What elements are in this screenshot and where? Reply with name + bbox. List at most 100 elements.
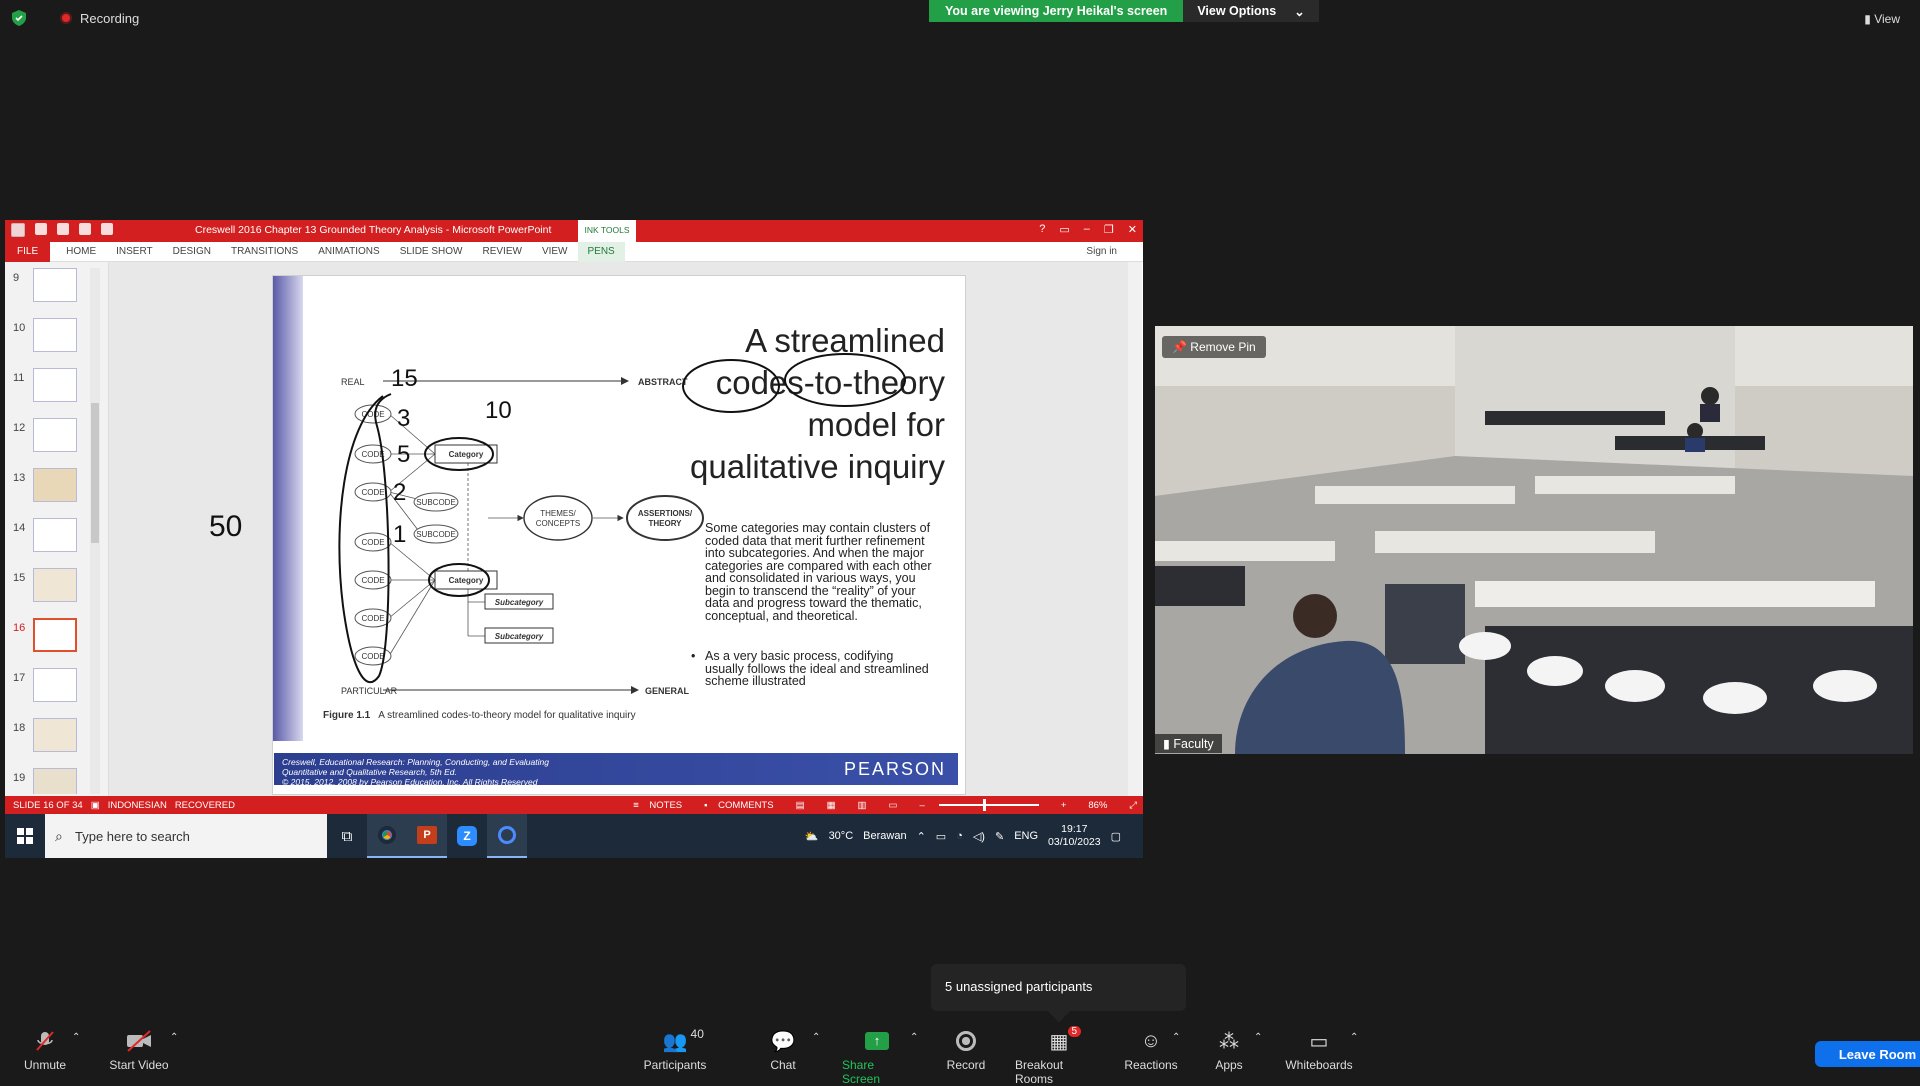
tab-home[interactable]: HOME (56, 246, 106, 257)
breakout-rooms-button[interactable]: ▦ 5 Breakout Rooms (1015, 1024, 1103, 1086)
clock[interactable]: 19:17 03/10/2023 (1048, 823, 1101, 849)
participants-button[interactable]: 👥 40 Participants (642, 1024, 708, 1072)
recording-indicator[interactable]: Recording (12, 10, 139, 26)
share-screen-button[interactable]: ↑ Share Screen (842, 1024, 912, 1086)
notifications-icon[interactable]: ▢ (1111, 830, 1121, 843)
restore-icon[interactable]: ❐ (1104, 223, 1114, 236)
notes-button[interactable]: ≡ NOTES (633, 800, 682, 811)
slide-thumbnail-selected[interactable]: 16 (9, 616, 99, 656)
scrollbar-thumb[interactable] (91, 403, 99, 543)
save-icon[interactable] (35, 223, 47, 235)
slide-thumbnail[interactable]: 12 (9, 416, 99, 456)
chat-caret-icon[interactable]: ⌃ (812, 1032, 820, 1043)
tab-insert[interactable]: INSERT (106, 246, 163, 257)
ribbon-display-icon[interactable]: ▭ (1059, 223, 1069, 236)
zoom-out-icon[interactable]: – (920, 800, 925, 811)
tray-chevron-up-icon[interactable]: ⌃ (917, 830, 926, 843)
thumbnail-image (33, 568, 77, 602)
whiteboards-caret-icon[interactable]: ⌃ (1350, 1032, 1358, 1043)
share-caret-icon[interactable]: ⌃ (910, 1032, 918, 1043)
slide-scrollbar[interactable] (1128, 262, 1142, 796)
network-icon[interactable]: ◔ (956, 830, 963, 842)
thumbnail-scrollbar[interactable] (90, 268, 100, 794)
participant-video[interactable] (1155, 326, 1913, 754)
tab-transitions[interactable]: TRANSITIONS (221, 246, 308, 257)
chrome-icon[interactable] (367, 814, 407, 858)
reactions-label: Reactions (1124, 1058, 1178, 1072)
unmute-button[interactable]: Unmute (20, 1024, 70, 1072)
tab-pens[interactable]: PENS (577, 241, 625, 262)
document-title: Creswell 2016 Chapter 13 Grounded Theory… (195, 224, 552, 236)
weather-temp[interactable]: 30°C (829, 830, 854, 842)
slide-thumbnail[interactable]: 14 (9, 516, 99, 556)
slide-thumbnail[interactable]: 13 (9, 466, 99, 506)
thumbnail-image (33, 468, 77, 502)
start-video-button[interactable]: Start Video (106, 1024, 172, 1072)
tab-review[interactable]: REVIEW (472, 246, 531, 257)
audio-options-caret-icon[interactable]: ⌃ (72, 1032, 80, 1043)
help-icon[interactable]: ? (1039, 223, 1045, 236)
slide-sorter-icon[interactable]: ▦ (827, 800, 836, 811)
undo-icon[interactable] (57, 223, 69, 235)
slide-thumbnail[interactable]: 11 (9, 366, 99, 406)
slide-thumbnail[interactable]: 19 (9, 766, 99, 794)
slide-thumbnail[interactable]: 17 (9, 666, 99, 706)
weather-icon[interactable]: ⛅ (805, 830, 819, 843)
view-options-label: View Options (1197, 4, 1277, 18)
apps-caret-icon[interactable]: ⌃ (1254, 1032, 1262, 1043)
viewing-text: You are viewing Jerry Heikal's screen (929, 0, 1184, 22)
tab-file[interactable]: FILE (5, 241, 51, 262)
subcategory-label: Subcategory (495, 632, 544, 641)
sign-in-link[interactable]: Sign in (1086, 246, 1117, 257)
present-icon[interactable] (101, 223, 113, 235)
slide-thumbnail[interactable]: 18 (9, 716, 99, 756)
zoom-level[interactable]: 86% (1088, 800, 1107, 811)
slide-thumbnail[interactable]: 10 (9, 316, 99, 356)
windows-search-box[interactable]: ⌕ Type here to search (45, 814, 327, 858)
tab-design[interactable]: DESIGN (163, 246, 221, 257)
record-button[interactable]: Record (946, 1024, 986, 1072)
slide-thumbnail[interactable]: 9 (9, 266, 99, 306)
reactions-button[interactable]: ☺ Reactions (1124, 1024, 1178, 1073)
participants-icon: 👥 40 (662, 1027, 704, 1053)
zoom-slider[interactable] (938, 799, 1039, 811)
zoom-slider-thumb[interactable] (982, 799, 986, 811)
video-options-caret-icon[interactable]: ⌃ (170, 1032, 178, 1043)
tab-animations[interactable]: ANIMATIONS (308, 246, 389, 257)
slideshow-view-icon[interactable]: ▭ (889, 800, 898, 811)
weather-text[interactable]: Berawan (863, 830, 906, 842)
comments-button[interactable]: ▪ COMMENTS (704, 800, 773, 811)
task-view-icon[interactable]: ⧉ (327, 814, 367, 858)
reading-view-icon[interactable]: ▥ (858, 800, 867, 811)
battery-icon[interactable]: ▭ (936, 830, 946, 843)
minimize-icon[interactable]: – (1084, 223, 1090, 236)
ink-number: 50 (209, 510, 242, 543)
whiteboards-button[interactable]: ▭ Whiteboards (1284, 1024, 1354, 1073)
input-language[interactable]: ENG (1014, 830, 1038, 842)
leave-room-button[interactable]: Leave Room (1815, 1041, 1920, 1067)
slide-number: 18 (13, 722, 26, 734)
slide-thumbnail[interactable]: 15 (9, 566, 99, 606)
zoom-in-icon[interactable]: + (1061, 800, 1067, 811)
remove-pin-button[interactable]: 📌 Remove Pin (1162, 336, 1266, 358)
view-options-button[interactable]: View Options ⌄ (1183, 0, 1319, 22)
windows-start-button[interactable] (5, 814, 45, 858)
tab-slide-show[interactable]: SLIDE SHOW (390, 246, 473, 257)
volume-icon[interactable]: ◁) (973, 830, 985, 843)
zoom-taskbar-icon[interactable]: Z (447, 814, 487, 858)
apps-button[interactable]: ⁂ Apps (1214, 1024, 1244, 1073)
normal-view-icon[interactable]: ▤ (796, 800, 805, 811)
pen-icon[interactable]: ✎ (995, 830, 1004, 843)
tab-view[interactable]: VIEW (532, 246, 578, 257)
spellcheck-icon[interactable]: ▣ (91, 800, 100, 811)
powerpoint-taskbar-icon[interactable]: P (407, 814, 447, 858)
app-taskbar-icon[interactable] (487, 814, 527, 858)
language-status[interactable]: INDONESIAN (108, 800, 167, 811)
windows-taskbar: ⌕ Type here to search ⧉ P Z ⛅ 30°C Berawa… (5, 814, 1143, 858)
redo-icon[interactable] (79, 223, 91, 235)
view-button[interactable]: ▮ View (1864, 12, 1900, 26)
fit-slide-icon[interactable]: ⤢ (1129, 800, 1137, 811)
chat-button[interactable]: 💬 Chat (768, 1024, 798, 1073)
close-icon[interactable]: ✕ (1128, 223, 1137, 236)
reactions-caret-icon[interactable]: ⌃ (1172, 1032, 1180, 1043)
